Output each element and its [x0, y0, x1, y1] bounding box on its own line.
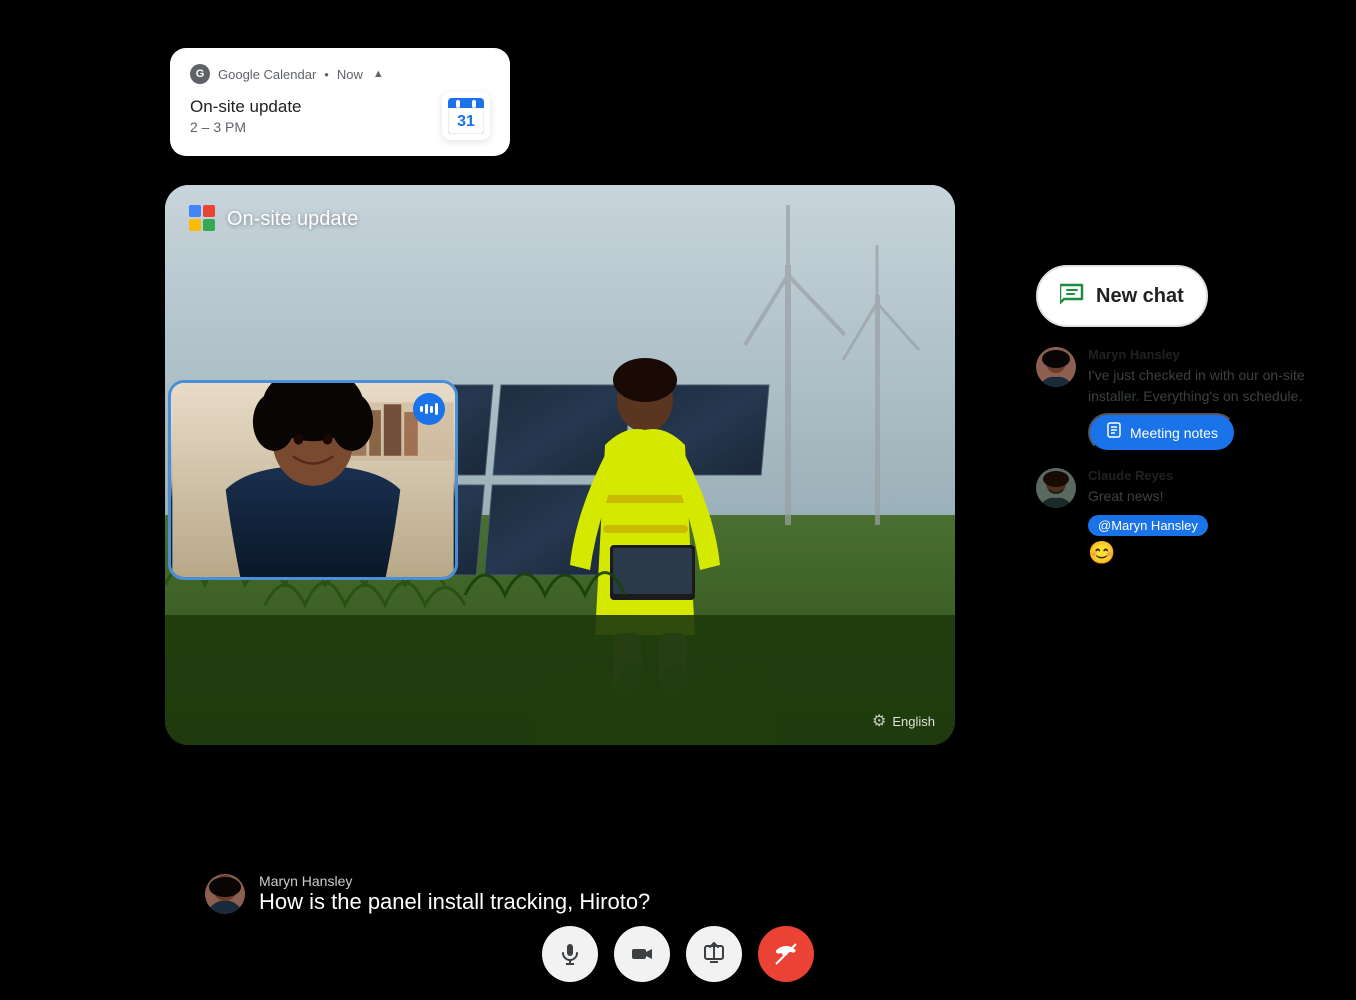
maryn-message-content: Maryn Hansley I've just checked in with …	[1088, 347, 1326, 452]
caption-speaker-name: Maryn Hansley	[259, 873, 996, 889]
audio-indicator	[413, 393, 445, 425]
notification-app-name: Google Calendar	[218, 67, 316, 82]
new-chat-button[interactable]: New chat	[1036, 265, 1208, 327]
caption-speaker-avatar	[205, 874, 245, 914]
calendar-notification: G Google Calendar • Now ▲ On-site update…	[170, 48, 510, 156]
chat-message: Claude Reyes Great news! @Maryn Hansley …	[1036, 468, 1326, 566]
settings-icon: ⚙	[872, 711, 886, 731]
mic-button[interactable]	[542, 926, 598, 982]
mention-chip[interactable]: @Maryn Hansley	[1088, 515, 1208, 536]
new-chat-icon	[1060, 281, 1084, 311]
calendar-icon: 31	[442, 92, 490, 140]
video-call-title: On-site update	[227, 208, 358, 231]
caption-content: Maryn Hansley How is the panel install t…	[259, 873, 996, 915]
mic-icon	[558, 942, 582, 966]
meeting-notes-label: Meeting notes	[1130, 425, 1218, 441]
emoji-reaction: 😊	[1088, 540, 1326, 566]
notification-event-title: On-site update	[190, 97, 302, 117]
claude-sender-name: Claude Reyes	[1088, 468, 1326, 483]
maryn-message-text: I've just checked in with our on-site in…	[1088, 365, 1326, 407]
notes-icon	[1106, 422, 1122, 443]
claude-message-text: Great news!	[1088, 486, 1326, 507]
chevron-up-icon: ▲	[373, 68, 384, 80]
present-button[interactable]	[686, 926, 742, 982]
camera-button[interactable]	[614, 926, 670, 982]
chat-messages-list: Maryn Hansley I've just checked in with …	[1036, 347, 1326, 566]
caption-text: How is the panel install tracking, Hirot…	[259, 889, 996, 915]
chat-message: Maryn Hansley I've just checked in with …	[1036, 347, 1326, 452]
present-icon	[702, 942, 726, 966]
claude-avatar	[1036, 468, 1076, 508]
meeting-notes-badge[interactable]: Meeting notes	[1088, 413, 1236, 452]
chrome-icon: G	[190, 64, 210, 84]
end-call-button[interactable]	[758, 926, 814, 982]
notification-event-time: 2 – 3 PM	[190, 119, 302, 135]
maryn-sender-name: Maryn Hansley	[1088, 347, 1326, 362]
self-view-camera	[168, 380, 458, 580]
maryn-avatar	[1036, 347, 1076, 387]
meet-header: On-site update	[189, 205, 358, 233]
language-indicator[interactable]: ⚙ English	[872, 711, 935, 731]
chat-panel: New chat Maryn Hansley I've just checked…	[1036, 265, 1326, 566]
camera-icon	[630, 942, 654, 966]
svg-text:31: 31	[457, 113, 475, 130]
control-bar	[542, 926, 814, 982]
claude-message-content: Claude Reyes Great news! @Maryn Hansley …	[1088, 468, 1326, 566]
end-call-icon	[774, 942, 798, 966]
language-label: English	[892, 714, 935, 729]
new-chat-label: New chat	[1096, 285, 1184, 308]
notification-time: Now	[337, 67, 363, 82]
meet-logo-icon	[189, 205, 217, 233]
caption-bar: Maryn Hansley How is the panel install t…	[165, 873, 1036, 915]
